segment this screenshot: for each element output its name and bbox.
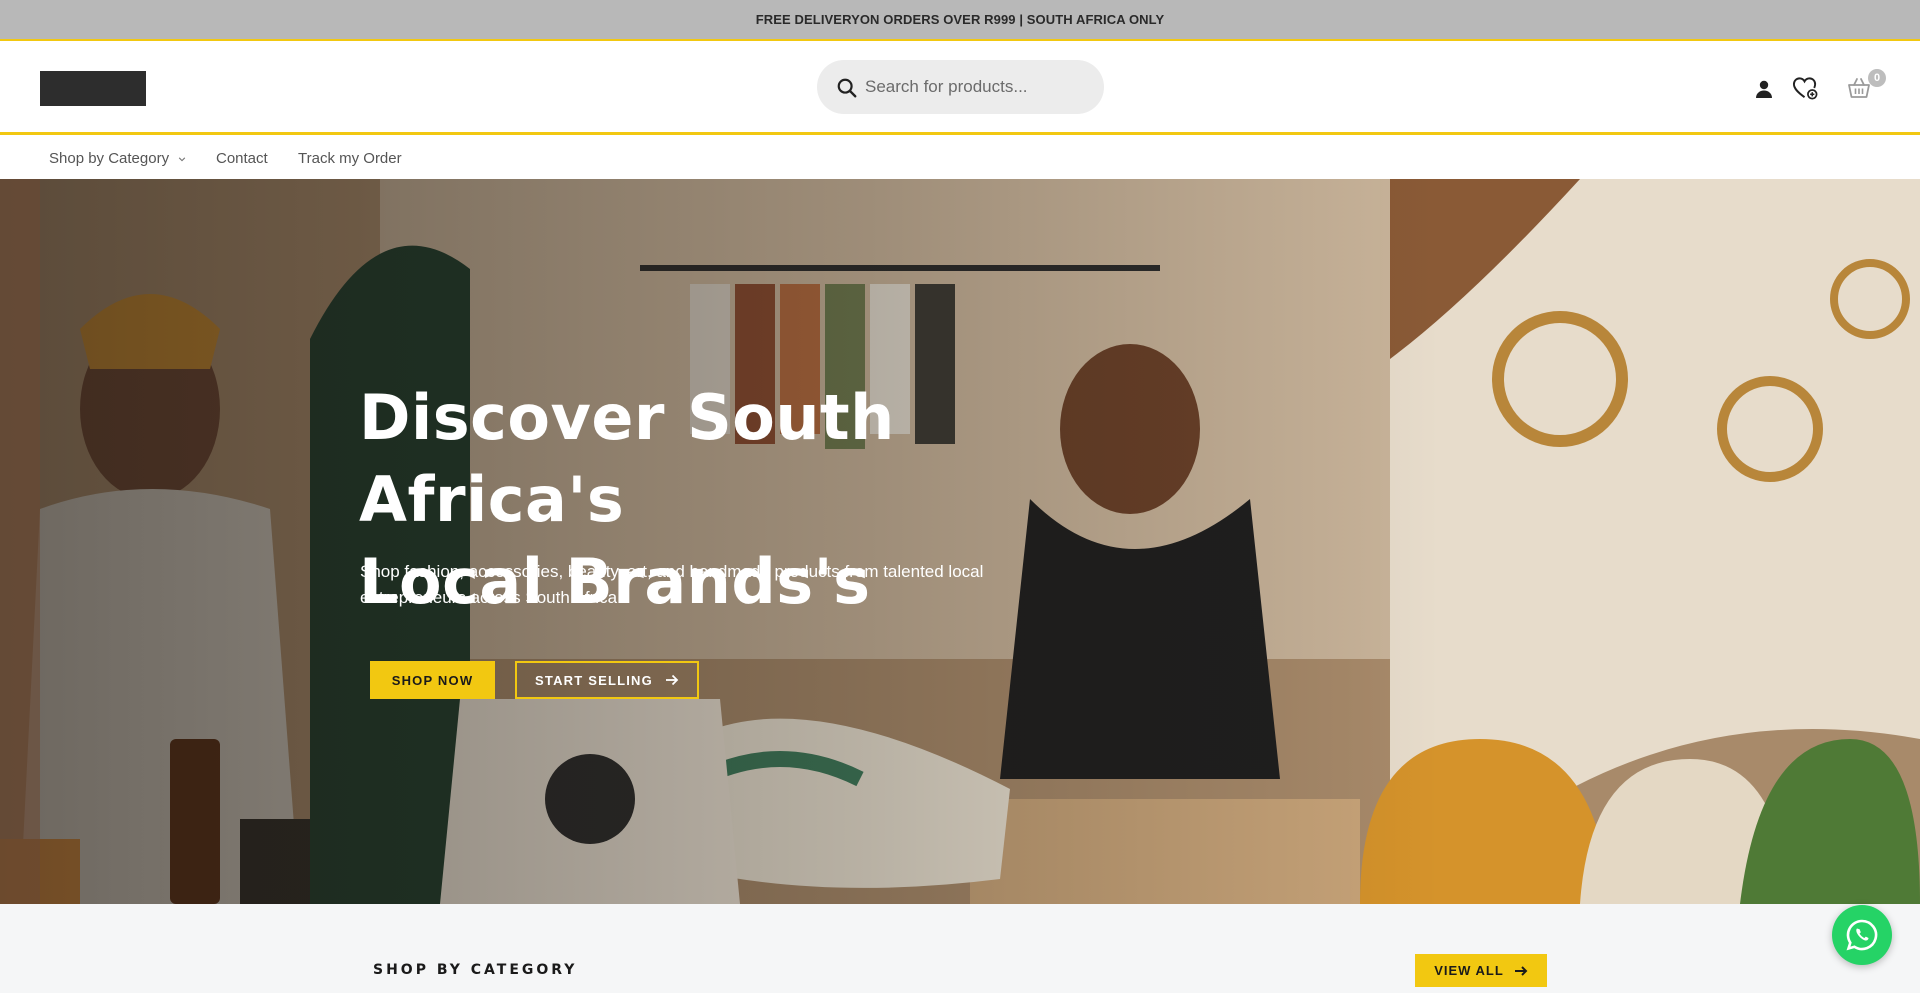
- hero-edge-strip: [0, 179, 40, 904]
- hero-heading-line-1: Discover South Africa's: [359, 381, 895, 536]
- search-icon[interactable]: [836, 77, 858, 99]
- announcement-text: FREE DELIVERYON ORDERS OVER R999 | SOUTH…: [755, 12, 1165, 27]
- search-input[interactable]: [865, 60, 1090, 114]
- nav-item-label: Track my Order: [298, 150, 402, 167]
- nav-item-label: Contact: [216, 150, 268, 167]
- start-selling-button[interactable]: START SELLING: [515, 661, 699, 699]
- main-nav: Shop by Category Contact Track my Order: [0, 138, 1920, 179]
- nav-track-order[interactable]: Track my Order: [298, 150, 402, 167]
- user-icon[interactable]: [1752, 77, 1776, 101]
- view-all-label: VIEW ALL: [1434, 963, 1504, 978]
- search-bar: [817, 60, 1104, 114]
- cart-count-badge: 0: [1868, 69, 1886, 87]
- nav-shop-by-category[interactable]: Shop by Category: [49, 150, 186, 167]
- hero-banner: Discover South Africa's Local Brands's S…: [0, 179, 1920, 904]
- arrow-right-icon: [665, 674, 679, 686]
- wishlist-icon[interactable]: [1792, 75, 1819, 102]
- whatsapp-icon: [1846, 919, 1878, 951]
- nav-item-label: Shop by Category: [49, 150, 170, 167]
- start-selling-label: START SELLING: [535, 672, 653, 688]
- hero-subtitle: Shop fashion, accessories, beauty, art, …: [360, 562, 984, 607]
- chevron-down-icon: [178, 156, 186, 161]
- section-title: SHOP BY CATEGORY: [373, 962, 578, 978]
- site-header: 0: [0, 41, 1920, 135]
- nav-contact[interactable]: Contact: [216, 150, 268, 167]
- view-all-button[interactable]: VIEW ALL: [1415, 954, 1547, 987]
- announcement-bar: FREE DELIVERYON ORDERS OVER R999 | SOUTH…: [0, 0, 1920, 41]
- whatsapp-chat-button[interactable]: [1832, 905, 1892, 965]
- shop-now-button[interactable]: SHOP NOW: [370, 661, 495, 699]
- shop-by-category-section: SHOP BY CATEGORY VIEW ALL: [0, 904, 1920, 993]
- arrow-right-icon: [1514, 965, 1528, 976]
- site-logo[interactable]: [40, 71, 146, 106]
